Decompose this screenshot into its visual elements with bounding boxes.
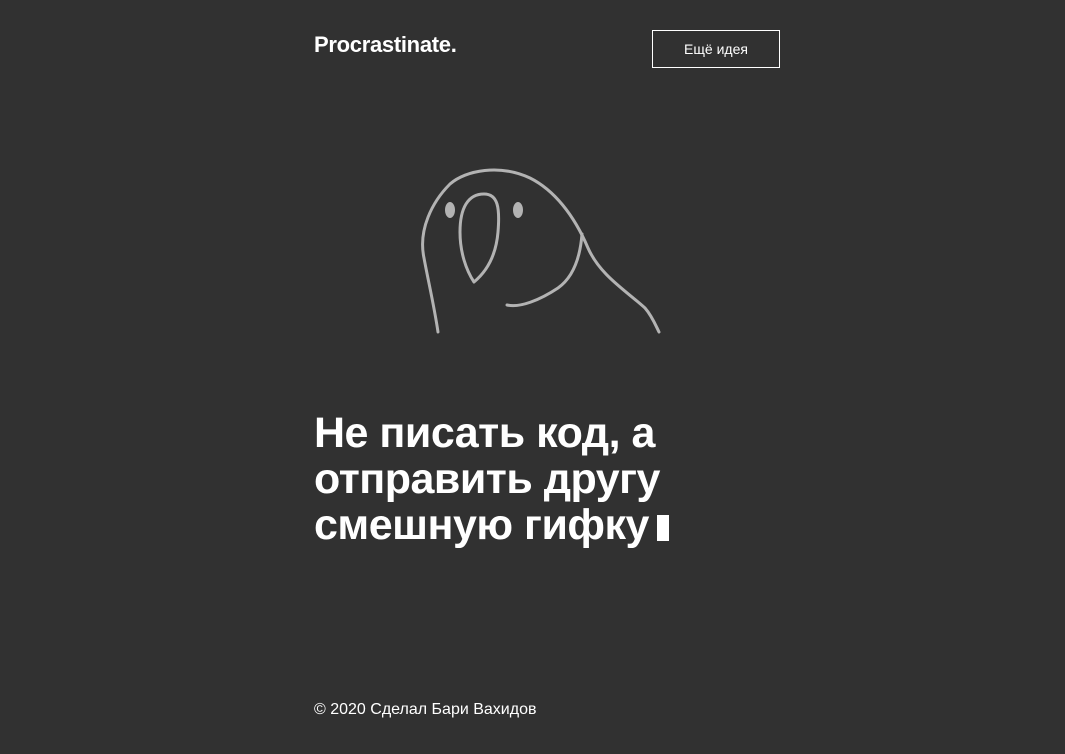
page: Procrastinate. Ещё идея Не писать код, а… (0, 0, 1065, 754)
more-idea-button[interactable]: Ещё идея (652, 30, 780, 68)
parrot-cheek-line (505, 232, 584, 308)
parrot-icon (421, 168, 661, 334)
headline-line-3: смешную гифку (314, 501, 649, 549)
parrot-eye-right (513, 202, 523, 218)
parrot-head-outline (421, 168, 661, 334)
idea-headline: Не писать код, а отправить другу смешную… (314, 410, 754, 548)
typing-cursor (656, 515, 669, 541)
headline-line-1: Не писать код, а (314, 409, 655, 457)
headline-line-2: отправить другу (314, 455, 660, 503)
site-logo[interactable]: Procrastinate. (314, 31, 457, 59)
footer-copyright: © 2020 Сделал Бари Вахидов (314, 701, 537, 718)
parrot-eye-left (445, 202, 455, 218)
parrot-beak (458, 192, 501, 284)
